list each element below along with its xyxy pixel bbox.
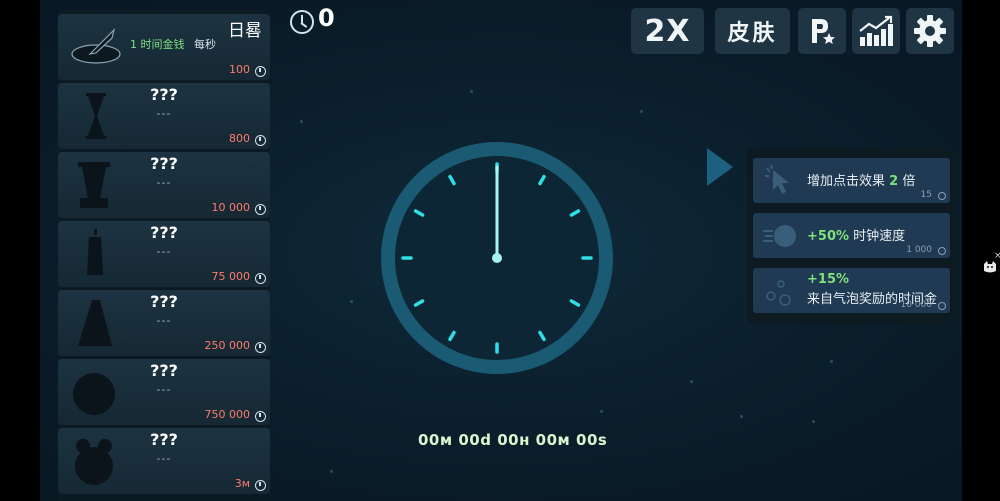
time-coin-icon (255, 135, 266, 146)
premium-button[interactable] (798, 8, 846, 54)
double-speed-button[interactable]: 2X (631, 8, 704, 54)
elapsed-time-readout: 00м 00d 00н 00м 00s (418, 431, 608, 449)
generator-locked-5[interactable]: ??? --- 750 000 (58, 359, 270, 425)
time-coin-icon (255, 273, 266, 284)
clock-icon (290, 10, 314, 34)
generator-cost: 100 (229, 63, 250, 76)
time-coin-icon (938, 302, 946, 310)
premium-star-icon (812, 19, 835, 44)
clock-center (492, 253, 502, 263)
generator-name: ??? (150, 361, 178, 380)
time-coin-icon (255, 204, 266, 215)
skins-button[interactable]: 皮肤 (715, 8, 790, 54)
upgrade-text: 增加点击效果 2 倍 (807, 174, 916, 189)
sundial-icon (71, 28, 121, 64)
upgrade-cost: 10 000 (900, 300, 933, 310)
generator-cost: 800 (229, 132, 250, 145)
upgrade-cost: 15 (920, 190, 932, 200)
generator-list: 日晷 1 时间金钱 每秒 100 ??? --- 800 ??? --- 10 … (58, 10, 270, 501)
time-coin-icon (938, 192, 946, 200)
generator-title: 日晷 (228, 21, 262, 41)
generator-locked-4[interactable]: ??? --- 250 000 (58, 290, 270, 356)
generator-rate: 1 时间金钱 (130, 38, 185, 51)
generator-cost: 250 000 (204, 339, 251, 352)
chart-icon (859, 15, 893, 46)
generator-name: ??? (150, 292, 178, 311)
cat-icon[interactable] (983, 260, 997, 274)
clock-tick (448, 174, 456, 186)
generator-sub: --- (156, 383, 172, 396)
generator-name: ??? (150, 85, 178, 104)
time-money-counter: 0 (318, 4, 335, 32)
upgrade-text: +50% 时钟速度 (807, 229, 906, 244)
time-coin-icon (255, 480, 266, 491)
generator-rate-unit: 每秒 (194, 38, 216, 51)
gear-icon (914, 15, 946, 47)
upgrades-panel: 增加点击效果 2 倍 15 +50% 时钟速度 1 000 +15% 来自气泡奖… (747, 148, 955, 324)
generator-cost: 750 000 (204, 408, 251, 421)
generator-name: ??? (150, 154, 178, 173)
generator-cost: 10 000 (211, 201, 251, 214)
main-clock[interactable] (381, 142, 613, 374)
time-coin-icon (938, 247, 946, 255)
generator-cost: 75 000 (211, 270, 251, 283)
toggle-upgrades-arrow[interactable] (707, 148, 733, 186)
generator-locked-2[interactable]: ??? --- 10 000 (58, 152, 270, 218)
generator-name: ??? (150, 223, 178, 242)
generator-sub: --- (156, 314, 172, 327)
generator-locked-1[interactable]: ??? --- 800 (58, 83, 270, 149)
upgrade-click-multiplier[interactable]: 增加点击效果 2 倍 15 (753, 158, 950, 203)
clock-markings (401, 162, 593, 354)
time-coin-icon (255, 411, 266, 422)
clock-tick (538, 174, 546, 186)
generator-sundial[interactable]: 日晷 1 时间金钱 每秒 100 (58, 14, 270, 80)
clock-tick (413, 209, 425, 217)
settings-button[interactable] (906, 8, 954, 54)
generator-locked-3[interactable]: ??? --- 75 000 (58, 221, 270, 287)
clock-tick (569, 209, 581, 217)
upgrade-clock-speed[interactable]: +50% 时钟速度 1 000 (753, 213, 950, 258)
upgrade-bonus: +15% (807, 272, 850, 287)
clock-tick (538, 330, 546, 342)
statistics-button[interactable] (852, 8, 900, 54)
generator-sub: --- (156, 452, 172, 465)
generator-cost: 3м (234, 477, 250, 490)
time-coin-icon (255, 66, 266, 77)
generator-locked-6[interactable]: ??? --- 3м (58, 428, 270, 494)
generator-sub: --- (156, 176, 172, 189)
generator-sub: --- (156, 107, 172, 120)
upgrade-bubble-bonus[interactable]: +15% 来自气泡奖励的时间金 10 000 (753, 268, 950, 313)
time-coin-icon (255, 342, 266, 353)
game-stage: 日晷 1 时间金钱 每秒 100 ??? --- 800 ??? --- 10 … (0, 0, 1000, 501)
clock-tick (413, 299, 425, 307)
clock-tick (569, 299, 581, 307)
speed-clock-icon (763, 225, 796, 247)
upgrade-cost: 1 000 (906, 245, 932, 255)
generator-name: ??? (150, 430, 178, 449)
cursor-icon (765, 164, 789, 194)
bubbles-icon (766, 280, 791, 306)
clock-tick (448, 330, 456, 342)
generator-sub: --- (156, 245, 172, 258)
left-letterbox (0, 0, 40, 501)
